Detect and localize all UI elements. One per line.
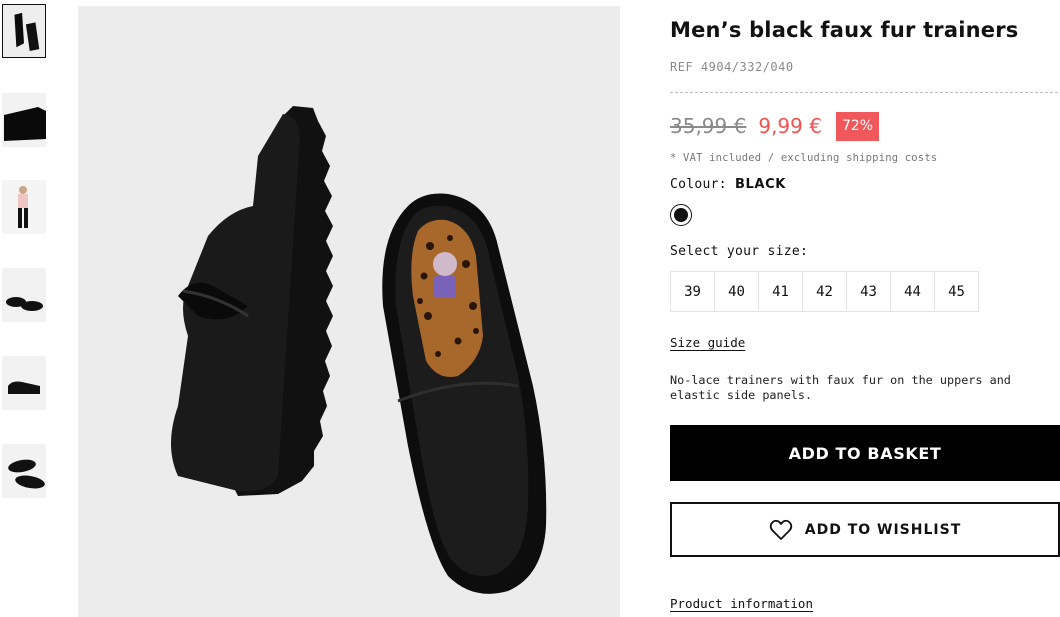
product-main-image[interactable] xyxy=(78,6,620,617)
add-to-wishlist-button[interactable]: ADD TO WISHLIST xyxy=(670,502,1060,557)
colour-label: Colour: xyxy=(670,177,727,192)
thumbnail-3[interactable] xyxy=(2,180,46,234)
thumbnail-image xyxy=(3,5,45,57)
product-information-link[interactable]: Product information xyxy=(670,596,813,611)
product-description: No-lace trainers with faux fur on the up… xyxy=(670,373,1011,402)
thumbnail-image xyxy=(2,356,46,410)
size-option[interactable]: 45 xyxy=(934,271,979,312)
add-to-basket-label: ADD TO BASKET xyxy=(788,443,942,463)
sale-price: 9,99 € xyxy=(758,114,822,138)
colour-line: Colour: BLACK xyxy=(670,177,786,192)
colour-value: BLACK xyxy=(735,177,786,192)
thumbnail-6[interactable] xyxy=(2,444,46,498)
size-selector: 39 40 41 42 43 44 45 xyxy=(670,271,979,312)
thumbnail-image xyxy=(2,180,46,234)
product-info-panel: Men’s black faux fur trainers REF 4904/3… xyxy=(670,0,1060,617)
size-label: Select your size: xyxy=(670,244,809,259)
product-title: Men’s black faux fur trainers xyxy=(670,18,1019,42)
thumbnail-image xyxy=(2,93,46,147)
size-option[interactable]: 44 xyxy=(890,271,935,312)
size-option[interactable]: 41 xyxy=(758,271,803,312)
thumbnail-image xyxy=(2,444,46,498)
colour-swatch-black[interactable] xyxy=(670,204,692,226)
add-to-basket-button[interactable]: ADD TO BASKET xyxy=(670,425,1060,481)
product-photo xyxy=(78,6,620,617)
size-option[interactable]: 43 xyxy=(846,271,891,312)
thumbnail-1[interactable] xyxy=(2,4,46,58)
heart-outline-icon xyxy=(769,519,792,540)
thumbnail-5[interactable] xyxy=(2,356,46,410)
discount-badge: 72% xyxy=(835,111,880,141)
original-price: 35,99 € xyxy=(670,114,747,138)
thumbnail-2[interactable] xyxy=(2,93,46,147)
thumbnail-4[interactable] xyxy=(2,268,46,322)
divider xyxy=(670,92,1058,93)
size-option[interactable]: 40 xyxy=(714,271,759,312)
size-option[interactable]: 39 xyxy=(670,271,715,312)
price-row: 35,99 € 9,99 € 72% xyxy=(670,110,880,142)
product-reference: REF 4904/332/040 xyxy=(670,60,794,74)
size-option[interactable]: 42 xyxy=(802,271,847,312)
add-to-wishlist-label: ADD TO WISHLIST xyxy=(804,521,962,538)
size-guide-link[interactable]: Size guide xyxy=(670,335,745,350)
thumbnail-image xyxy=(2,268,46,322)
vat-note: * VAT included / excluding shipping cost… xyxy=(670,152,938,164)
